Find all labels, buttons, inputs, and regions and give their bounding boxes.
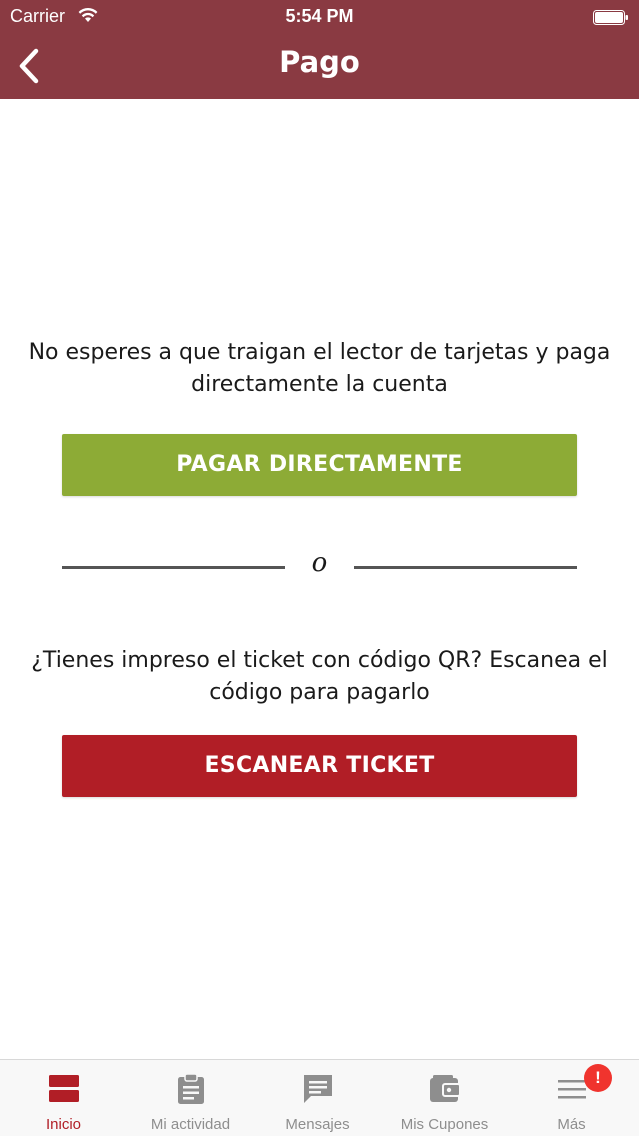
divider-line-right: [354, 566, 577, 569]
tab-mis-cupones[interactable]: Mis Cupones: [381, 1060, 508, 1136]
tab-mas[interactable]: Más: [508, 1060, 635, 1136]
tab-mi-actividad[interactable]: Mi actividad: [127, 1060, 254, 1136]
tab-mensajes[interactable]: Mensajes: [254, 1060, 381, 1136]
divider-line-left: [62, 566, 285, 569]
page-title: Pago: [279, 45, 360, 79]
notification-badge: !: [584, 1064, 612, 1092]
tab-label: Mi actividad: [150, 1116, 231, 1133]
pay-directly-button[interactable]: PAGAR DIRECTAMENTE: [62, 434, 577, 496]
tab-label: Inicio: [45, 1116, 82, 1133]
tab-label: Mis Cupones: [400, 1116, 489, 1133]
divider-or-label: o: [311, 548, 328, 578]
tab-label: Mensajes: [285, 1116, 350, 1133]
message-icon: [254, 1072, 381, 1106]
battery-icon: [593, 9, 629, 25]
home-icon: [0, 1072, 127, 1106]
tab-inicio[interactable]: Inicio: [0, 1060, 127, 1136]
pay-directly-description: No esperes a que traigan el lector de ta…: [28, 340, 611, 397]
navigation-header: Carrier 5:54 PM Pago: [0, 0, 639, 99]
scan-ticket-description: ¿Tienes impreso el ticket con código QR?…: [31, 648, 608, 705]
app-screen: Carrier 5:54 PM Pago No esperes a que tr…: [0, 0, 639, 1136]
tab-label: Más: [557, 1116, 586, 1133]
clipboard-icon: [127, 1072, 254, 1106]
wallet-icon: [381, 1072, 508, 1106]
scan-ticket-button[interactable]: ESCANEAR TICKET: [62, 735, 577, 797]
clock-label: 5:54 PM: [285, 6, 354, 26]
menu-icon: [508, 1072, 635, 1106]
tab-bar: Inicio Mi actividad Mensajes Mis Cupones…: [0, 1059, 639, 1136]
status-bar: Carrier 5:54 PM: [0, 0, 639, 34]
